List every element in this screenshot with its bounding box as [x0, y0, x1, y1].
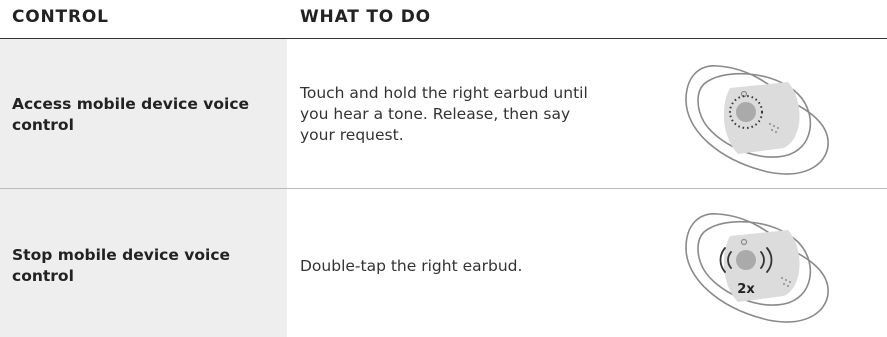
earbud-double-tap-icon: 2x: [685, 213, 829, 323]
control-label-stop-voice: Stop mobile device voice control: [12, 246, 231, 285]
double-tap-badge: 2x: [737, 282, 755, 297]
control-label-access-voice: Access mobile device voice control: [12, 95, 250, 134]
row-divider: [0, 188, 887, 189]
instruction-stop-voice: Double-tap the right earbud.: [300, 257, 523, 275]
control-column-header: CONTROL: [12, 7, 109, 27]
what-to-do-column-header: WHAT TO DO: [300, 7, 431, 27]
earbud-touch-hold-icon: [685, 65, 829, 175]
instruction-access-voice: Touch and hold the right earbud until yo…: [300, 84, 588, 144]
table-header: CONTROL WHAT TO DO: [0, 0, 887, 38]
